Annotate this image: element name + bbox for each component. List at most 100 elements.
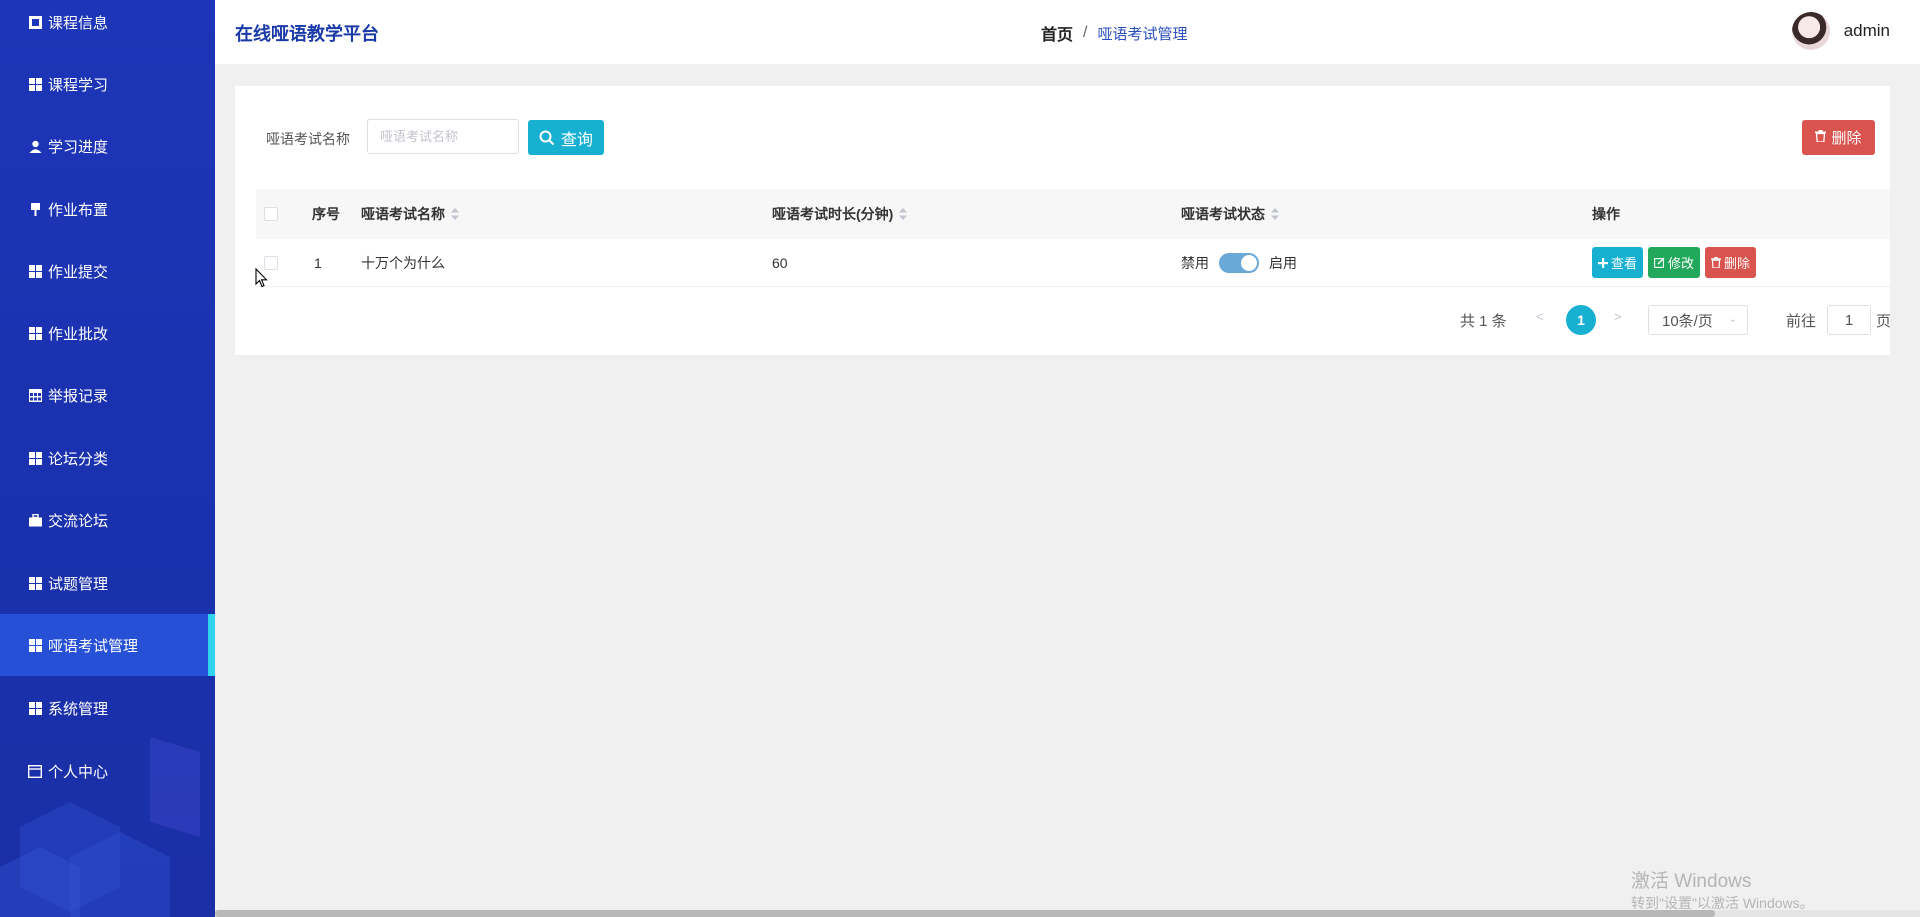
sidebar-item-label: 试题管理: [48, 575, 109, 593]
next-page-icon[interactable]: >: [1614, 309, 1622, 324]
bulk-delete-button[interactable]: 删除: [1802, 120, 1875, 155]
status-toggle[interactable]: [1219, 252, 1259, 273]
app-title: 在线哑语教学平台: [235, 24, 379, 44]
sidebar-item-label: 交流论坛: [48, 512, 109, 530]
breadcrumb-home[interactable]: 首页: [1041, 21, 1073, 45]
search-label: 哑语考试名称: [266, 131, 350, 147]
search-button-label: 查询: [560, 131, 593, 149]
bulk-delete-label: 删除: [1831, 130, 1862, 147]
search-icon: [539, 130, 555, 145]
scrollbar-thumb[interactable]: [215, 910, 1715, 917]
breadcrumb-separator: /: [1083, 24, 1088, 41]
column-header-duration[interactable]: 哑语考试时长(分钟): [772, 189, 908, 239]
prev-page-icon[interactable]: <: [1536, 309, 1544, 324]
window-icon: [28, 764, 42, 778]
sidebar-item-homework-submit[interactable]: 作业提交: [0, 240, 215, 302]
delete-button-label: 删除: [1724, 256, 1751, 271]
select-all-checkbox[interactable]: [264, 207, 278, 221]
edit-button[interactable]: 修改: [1648, 247, 1701, 278]
grid-icon: [28, 15, 42, 29]
column-header-duration-label: 哑语考试时长(分钟): [772, 206, 894, 222]
column-header-name-label: 哑语考试名称: [361, 206, 445, 222]
sidebar: 课程信息 课程学习 学习进度 作业布置 作业提交 作业批改 举报记录 论坛分类 …: [0, 0, 215, 917]
sidebar-item-forum[interactable]: 交流论坛: [0, 489, 215, 551]
status-off-label[interactable]: 禁用: [1181, 253, 1209, 273]
sidebar-item-label: 系统管理: [48, 700, 109, 718]
sort-icon[interactable]: [1271, 208, 1279, 220]
sort-icon[interactable]: [451, 208, 459, 220]
grid-icon: [28, 264, 42, 278]
sidebar-item-label: 哑语考试管理: [48, 637, 139, 655]
column-header-index-label: 序号: [312, 206, 340, 222]
horizontal-scrollbar[interactable]: [215, 910, 1920, 917]
sidebar-item-label: 课程信息: [48, 14, 109, 32]
edit-icon: [1654, 257, 1665, 268]
column-header-actions-label: 操作: [1592, 206, 1620, 222]
cell-index: 1: [314, 254, 322, 271]
breadcrumb: 首页 / 哑语考试管理: [1041, 21, 1187, 45]
user-icon: [28, 139, 42, 153]
pagination-total: 共 1 条: [1460, 313, 1507, 330]
mouse-cursor-icon: [255, 268, 268, 288]
column-header-status[interactable]: 哑语考试状态: [1181, 189, 1279, 239]
sidebar-item-system[interactable]: 系统管理: [0, 677, 215, 739]
sidebar-item-homework-assign[interactable]: 作业布置: [0, 178, 215, 240]
cell-name: 十万个为什么: [361, 254, 445, 271]
column-header-name[interactable]: 哑语考试名称: [361, 189, 459, 239]
windows-watermark-title: 激活 Windows: [1631, 871, 1752, 892]
view-button[interactable]: 查看: [1592, 247, 1644, 278]
table-row: 1 十万个为什么 60 禁用 启用 查看 修改 删除: [256, 239, 1890, 287]
page-size-value: 10条/页: [1662, 312, 1713, 330]
grid-icon: [28, 638, 42, 652]
status-toggle-group: 禁用 启用: [1181, 252, 1297, 273]
avatar[interactable]: [1791, 12, 1830, 50]
sidebar-item-homework-grade[interactable]: 作业批改: [0, 302, 215, 364]
view-button-label: 查看: [1611, 256, 1638, 271]
sidebar-item-label: 作业布置: [48, 201, 109, 219]
sort-icon[interactable]: [899, 208, 908, 220]
search-button[interactable]: 查询: [528, 120, 604, 155]
goto-page-input[interactable]: [1827, 305, 1871, 335]
status-on-label[interactable]: 启用: [1269, 253, 1297, 273]
goto-label: 前往: [1786, 313, 1817, 330]
sidebar-item-exam-management[interactable]: 哑语考试管理: [0, 614, 215, 676]
main-panel: 哑语考试名称 查询 删除 序号 哑语考试名称 哑语考试时长(分钟): [235, 86, 1890, 355]
sidebar-item-label: 作业提交: [48, 263, 109, 281]
sidebar-item-label: 个人中心: [48, 763, 109, 781]
delete-button[interactable]: 删除: [1705, 247, 1757, 278]
sidebar-item-progress[interactable]: 学习进度: [0, 115, 215, 177]
cell-duration: 60: [772, 254, 788, 271]
briefcase-icon: [28, 513, 42, 527]
breadcrumb-current: 哑语考试管理: [1097, 25, 1188, 43]
username[interactable]: admin: [1844, 21, 1890, 41]
pin-icon: [28, 202, 42, 216]
top-bar: 在线哑语教学平台 首页 / 哑语考试管理 admin: [215, 0, 1920, 64]
sidebar-item-label: 学习进度: [48, 138, 109, 156]
sidebar-item-questions[interactable]: 试题管理: [0, 552, 215, 614]
table-header: 序号 哑语考试名称 哑语考试时长(分钟) 哑语考试状态 操作: [256, 189, 1890, 239]
column-header-index: 序号: [312, 189, 340, 239]
table-icon: [28, 388, 42, 402]
edit-button-label: 修改: [1668, 256, 1695, 271]
sidebar-item-label: 举报记录: [48, 387, 109, 405]
sidebar-item-forum-category[interactable]: 论坛分类: [0, 427, 215, 489]
sidebar-item-label: 作业批改: [48, 325, 109, 343]
user-menu[interactable]: admin: [1791, 12, 1890, 50]
plus-icon: [1598, 257, 1608, 268]
trash-icon: [1711, 257, 1722, 268]
grid-icon: [28, 576, 42, 590]
sidebar-item-course-study[interactable]: 课程学习: [0, 53, 215, 115]
page-number-current[interactable]: 1: [1566, 305, 1596, 335]
sidebar-item-course-info[interactable]: 课程信息: [0, 0, 215, 53]
grid-icon: [28, 701, 42, 715]
page-size-select[interactable]: 10条/页 ⌄: [1648, 305, 1748, 335]
grid-icon: [28, 77, 42, 91]
cell-status: 禁用 启用: [1181, 239, 1297, 286]
sidebar-item-label: 课程学习: [48, 76, 109, 94]
cell-actions: 查看 修改 删除: [1592, 239, 1761, 286]
sidebar-item-reports[interactable]: 举报记录: [0, 364, 215, 426]
goto-suffix: 页: [1876, 313, 1892, 330]
sidebar-item-profile[interactable]: 个人中心: [0, 740, 215, 802]
trash-icon: [1815, 129, 1827, 146]
search-input[interactable]: [367, 119, 519, 154]
